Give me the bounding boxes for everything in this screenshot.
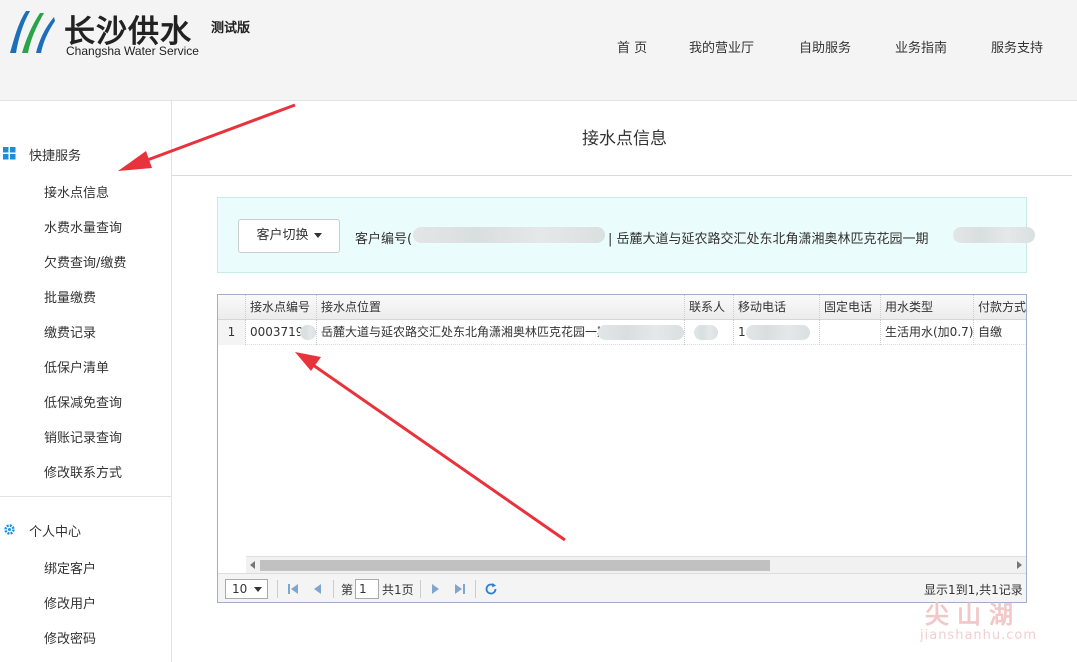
horizontal-scrollbar[interactable]	[246, 556, 1026, 573]
caret-down-icon	[313, 233, 322, 238]
column-header[interactable]: 联系人	[685, 295, 734, 320]
scrollbar-thumb[interactable]	[260, 560, 770, 571]
column-header[interactable]: 接水点编号	[246, 295, 317, 320]
sidebar-divider	[0, 496, 171, 497]
sidebar-item-water-point[interactable]: 接水点信息	[44, 182, 109, 201]
site-header: 长沙供水 Changsha Water Service 测试版 首 页 我的营业…	[0, 0, 1077, 101]
prev-page-icon[interactable]	[311, 582, 325, 596]
refresh-icon[interactable]	[484, 582, 498, 596]
sidebar-item-arrears[interactable]: 欠费查询/缴费	[44, 252, 126, 271]
customer-switch-button[interactable]: 客户切换	[238, 219, 340, 253]
page-number-input[interactable]: 1	[355, 579, 379, 599]
redacted-address-suffix	[953, 227, 1035, 243]
row-number: 1	[218, 320, 246, 345]
sidebar-item-low-income-relief[interactable]: 低保减免查询	[44, 392, 122, 411]
gear-icon	[4, 524, 15, 535]
sidebar-section-label: 快捷服务	[29, 149, 82, 164]
page-size-value: 10	[232, 582, 248, 596]
redacted-customer-number	[413, 227, 605, 243]
customer-address: | 岳麓大道与延农路交汇处东北角潇湘奥林匹克花园一期	[608, 232, 929, 247]
redacted-contact	[694, 325, 718, 340]
column-header[interactable]: 接水点位置	[317, 295, 685, 320]
logo-icon	[10, 11, 55, 53]
sidebar-item-fee-query[interactable]: 水费水量查询	[44, 217, 122, 236]
redacted-location-suffix	[598, 325, 684, 340]
scroll-left-icon[interactable]	[250, 561, 255, 569]
pager-separator	[420, 580, 421, 598]
sidebar-item-low-income-list[interactable]: 低保户清单	[44, 357, 109, 376]
nav-my-hall[interactable]: 我的营业厅	[689, 37, 754, 56]
customer-number-label: 客户编号(	[355, 232, 413, 247]
last-page-icon[interactable]	[453, 582, 467, 596]
sidebar-section-quick[interactable]: 快捷服务	[0, 145, 171, 164]
watermark-url: jianshanhu.com	[920, 628, 1038, 643]
table-row[interactable]: 1 0003719 岳麓大道与延农路交汇处东北角潇湘奥林匹克花园一期 1 生活用…	[218, 320, 1026, 345]
water-point-grid: 接水点编号 接水点位置 联系人 移动电话 固定电话 用水类型 付款方式 1 00…	[217, 294, 1027, 603]
page-total: 共1页	[382, 583, 414, 597]
pager-separator	[333, 580, 334, 598]
nav-service-support[interactable]: 服务支持	[991, 37, 1043, 56]
sidebar-item-edit-user[interactable]: 修改用户	[44, 593, 96, 612]
column-header[interactable]: 移动电话	[734, 295, 820, 320]
sidebar-item-bind-customer[interactable]: 绑定客户	[44, 558, 96, 577]
sidebar-item-batch-pay[interactable]: 批量缴费	[44, 287, 96, 306]
page-prefix: 第	[341, 583, 354, 597]
grid-pager: 10 第 1 共1页 显示1到1,共1记录	[218, 573, 1026, 602]
pager-separator	[277, 580, 278, 598]
grid-header: 接水点编号 接水点位置 联系人 移动电话 固定电话 用水类型 付款方式	[218, 295, 1026, 320]
sidebar-item-edit-contact[interactable]: 修改联系方式	[44, 462, 122, 481]
brand-name-en: Changsha Water Service	[66, 44, 199, 58]
dropdown-arrow-icon	[254, 587, 262, 592]
grid-header-rownum	[218, 295, 246, 320]
page-size-select[interactable]: 10	[225, 579, 268, 599]
customer-switch-label: 客户切换	[256, 228, 309, 243]
sidebar-item-writeoff-records[interactable]: 销账记录查询	[44, 427, 122, 446]
watermark-text: 尖山湖	[925, 600, 1021, 629]
cell-payment: 自缴	[978, 325, 1003, 339]
customer-panel: 客户切换 客户编号( | 岳麓大道与延农路交汇处东北角潇湘奥林匹克花园一期	[217, 197, 1035, 273]
nav-business-guide[interactable]: 业务指南	[895, 37, 947, 56]
cell-landline	[820, 320, 881, 345]
redacted-mobile	[746, 325, 810, 340]
column-header[interactable]: 用水类型	[881, 295, 974, 320]
column-header[interactable]: 付款方式	[974, 295, 1026, 320]
cell-water-type: 生活用水(加0.7)	[881, 320, 974, 345]
page-title: 接水点信息	[582, 129, 667, 149]
scroll-right-icon[interactable]	[1017, 561, 1022, 569]
sidebar-item-pay-records[interactable]: 缴费记录	[44, 322, 96, 341]
nav-home[interactable]: 首 页	[617, 37, 647, 56]
first-page-icon[interactable]	[286, 582, 300, 596]
sidebar-section-personal[interactable]: 个人中心	[0, 521, 171, 540]
column-header[interactable]: 固定电话	[820, 295, 881, 320]
redacted-number-suffix	[300, 325, 316, 340]
sidebar-item-change-password[interactable]: 修改密码	[44, 628, 96, 647]
next-page-icon[interactable]	[428, 582, 442, 596]
pager-separator	[475, 580, 476, 598]
version-tag: 测试版	[211, 21, 251, 36]
nav-self-service[interactable]: 自助服务	[799, 37, 851, 56]
sidebar-section-label: 个人中心	[29, 525, 82, 540]
title-divider	[172, 175, 1072, 176]
grid-icon	[3, 147, 16, 160]
sidebar: 快捷服务 接水点信息 水费水量查询 欠费查询/缴费 批量缴费 缴费记录 低保户清…	[0, 101, 172, 662]
